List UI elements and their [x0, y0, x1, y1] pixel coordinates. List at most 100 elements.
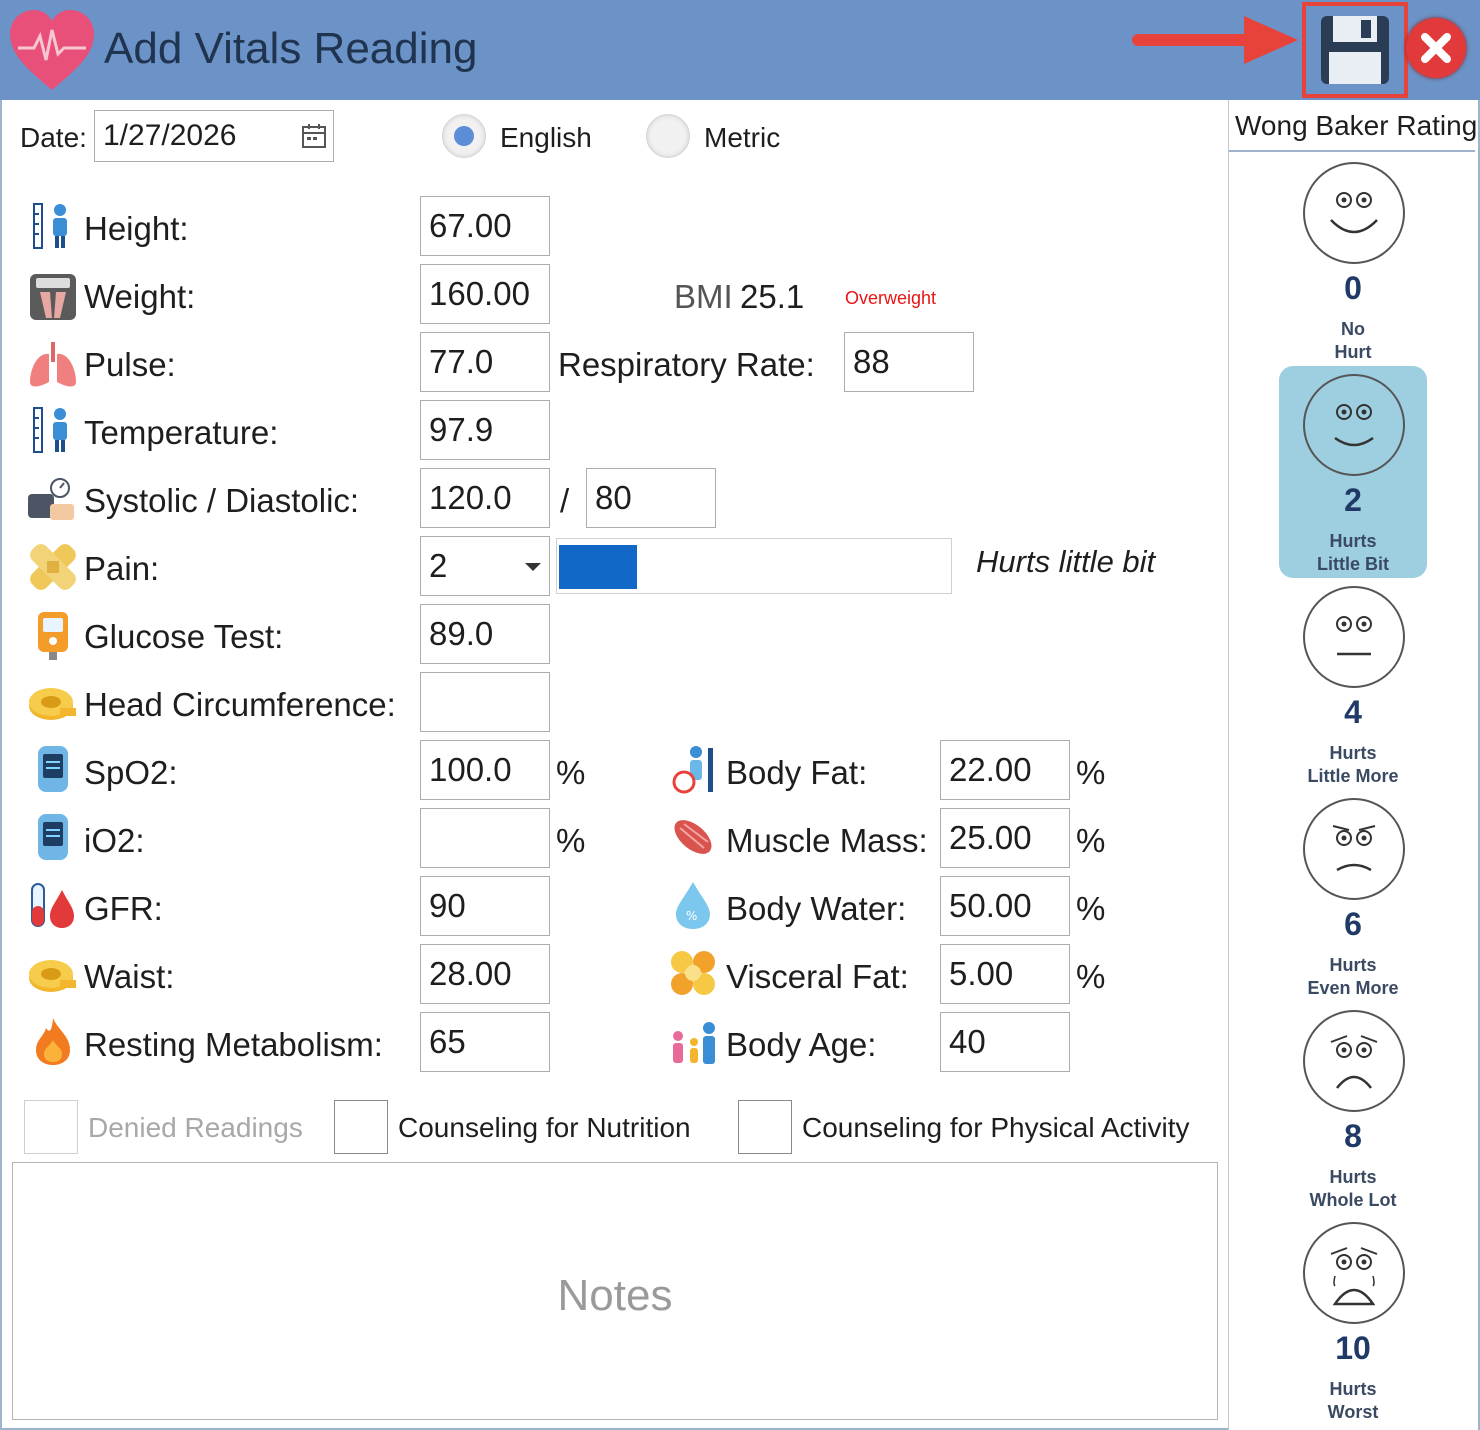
gfr-input[interactable]: 90 — [420, 876, 550, 936]
face-rating-2[interactable]: 2 Hurts Little Bit — [1279, 366, 1427, 578]
face-number: 8 — [1344, 1118, 1362, 1154]
height-label: Height: — [84, 210, 189, 247]
diastolic-input[interactable]: 80 — [586, 468, 716, 528]
visceral-fat-icon — [671, 951, 715, 995]
face-rating-6[interactable]: 6 Hurts Even More — [1279, 790, 1427, 1002]
pulse-oximeter-icon — [38, 746, 68, 792]
systolic-input[interactable]: 120.0 — [420, 468, 550, 528]
gfr-label: GFR: — [84, 890, 163, 927]
waist-input[interactable]: 28.00 — [420, 944, 550, 1004]
face-rating-4[interactable]: 4 Hurts Little More — [1279, 578, 1427, 790]
muscle-mass-input[interactable]: 25.00 — [940, 808, 1070, 868]
pulse-input[interactable]: 77.0 — [420, 332, 550, 392]
waist-tape-icon — [29, 960, 76, 992]
floppy-disk-icon — [1321, 16, 1389, 84]
face-number: 10 — [1335, 1330, 1371, 1366]
lungs-icon — [30, 342, 76, 387]
chevron-down-icon — [525, 563, 541, 571]
respiratory-rate-input[interactable]: 88 — [844, 332, 974, 392]
body-age-label: Body Age: — [726, 1026, 877, 1063]
counseling-nutrition-checkbox[interactable] — [334, 1100, 388, 1154]
head-circumference-input[interactable] — [420, 672, 550, 732]
hurts-whole-lot-face-icon — [1303, 1010, 1405, 1112]
io2-label: iO2: — [84, 822, 145, 859]
face-number: 0 — [1344, 270, 1362, 306]
weight-input[interactable]: 160.00 — [420, 264, 550, 324]
temperature-icon — [33, 407, 67, 453]
blood-pressure-icon — [28, 478, 74, 520]
title-bar: Add Vitals Reading — [0, 0, 1480, 100]
body-fat-label: Body Fat: — [726, 754, 868, 791]
notes-textarea[interactable]: Notes — [12, 1162, 1218, 1420]
face-rating-8[interactable]: 8 Hurts Whole Lot — [1279, 1002, 1427, 1214]
muscle-icon — [674, 820, 712, 854]
bmi-label: BMI — [674, 278, 733, 315]
date-picker[interactable]: 1/27/2026 — [94, 110, 334, 162]
face-rating-0[interactable]: 0 No Hurt — [1279, 154, 1427, 366]
pulse-label: Pulse: — [84, 346, 176, 383]
head-circumference-label: Head Circumference: — [84, 686, 396, 723]
close-button[interactable] — [1406, 18, 1466, 78]
save-button[interactable] — [1302, 2, 1408, 98]
body-water-unit: % — [1076, 890, 1106, 927]
glucose-input[interactable]: 89.0 — [420, 604, 550, 664]
blood-pressure-label: Systolic / Diastolic: — [84, 482, 360, 519]
metric-radio[interactable] — [646, 114, 690, 158]
arrow-icon — [1132, 16, 1298, 64]
visceral-fat-input[interactable]: 5.00 — [940, 944, 1070, 1004]
denied-readings-checkbox[interactable] — [24, 1100, 78, 1154]
english-radio[interactable] — [442, 114, 486, 158]
respiratory-rate-label: Respiratory Rate: — [558, 346, 815, 383]
hurts-little-bit-face-icon — [1303, 374, 1405, 476]
muscle-mass-label: Muscle Mass: — [726, 822, 928, 859]
face-description: No Hurt — [1334, 319, 1372, 362]
resting-metabolism-input[interactable]: 65 — [420, 1012, 550, 1072]
pain-label: Pain: — [84, 550, 160, 587]
pain-select-value: 2 — [429, 547, 448, 584]
counseling-activity-label: Counseling for Physical Activity — [802, 1112, 1190, 1143]
spo2-input[interactable]: 100.0 — [420, 740, 550, 800]
family-icon — [673, 1022, 715, 1064]
waist-label: Waist: — [84, 958, 175, 995]
svg-text:%: % — [686, 909, 697, 923]
counseling-nutrition-label: Counseling for Nutrition — [398, 1112, 691, 1143]
io2-input[interactable] — [420, 808, 550, 868]
height-input[interactable]: 67.00 — [420, 196, 550, 256]
notes-placeholder: Notes — [557, 1271, 673, 1320]
bp-separator: / — [560, 482, 570, 519]
spo2-label: SpO2: — [84, 754, 178, 791]
muscle-mass-unit: % — [1076, 822, 1106, 859]
wong-baker-title: Wong Baker Rating — [1235, 110, 1478, 141]
visceral-fat-unit: % — [1076, 958, 1106, 995]
face-description: Hurts Little Bit — [1317, 531, 1389, 574]
hurts-worst-face-icon — [1303, 1222, 1405, 1324]
weight-label: Weight: — [84, 278, 196, 315]
metric-label: Metric — [704, 122, 781, 153]
hurts-little-more-face-icon — [1303, 586, 1405, 688]
water-drop-icon: % — [676, 882, 710, 929]
tape-measure-icon — [29, 688, 76, 720]
counseling-activity-checkbox[interactable] — [738, 1100, 792, 1154]
pain-select[interactable]: 2 — [420, 536, 550, 596]
body-age-input[interactable]: 40 — [940, 1012, 1070, 1072]
face-description: Hurts Little More — [1307, 743, 1399, 786]
face-description: Hurts Whole Lot — [1309, 1167, 1397, 1210]
wong-baker-panel: Wong Baker Rating 0 No Hurt 2 Hurts Litt… — [1228, 100, 1478, 1430]
close-icon — [1421, 33, 1451, 63]
glucose-meter-icon — [38, 612, 68, 660]
body-fat-unit: % — [1076, 754, 1106, 791]
pain-bar-fill — [559, 545, 638, 589]
temperature-input[interactable]: 97.9 — [420, 400, 550, 460]
date-label: Date: — [20, 122, 87, 153]
body-water-input[interactable]: 50.00 — [940, 876, 1070, 936]
body-fat-input[interactable]: 22.00 — [940, 740, 1070, 800]
flame-icon — [36, 1018, 70, 1065]
divider — [1229, 150, 1475, 152]
spo2-unit: % — [556, 754, 586, 791]
calendar-icon[interactable] — [301, 123, 327, 149]
io2-unit: % — [556, 822, 586, 859]
face-rating-10[interactable]: 10 Hurts Worst — [1279, 1214, 1427, 1426]
date-value: 1/27/2026 — [103, 119, 237, 152]
face-number: 6 — [1344, 906, 1362, 942]
body-fat-icon — [672, 746, 713, 794]
